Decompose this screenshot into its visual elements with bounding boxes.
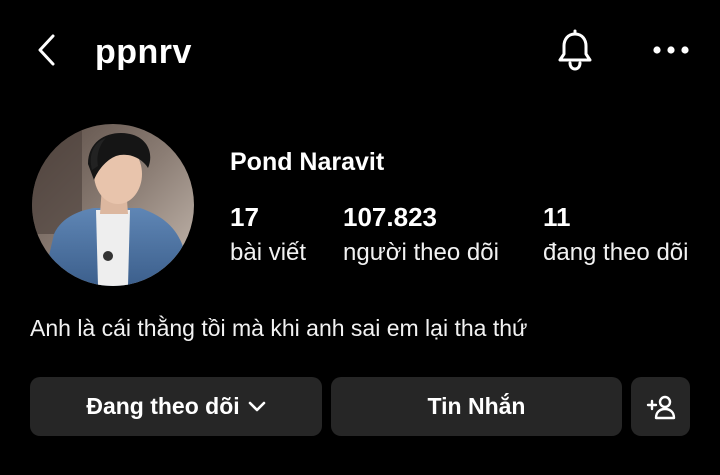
more-horizontal-icon — [653, 46, 689, 54]
stat-followers-label: người theo dõi — [343, 239, 499, 266]
stat-following[interactable]: 11 đang theo dõi — [543, 200, 688, 270]
chevron-left-icon — [38, 34, 55, 66]
message-button[interactable]: Tin Nhắn — [331, 377, 622, 436]
stat-followers[interactable]: 107.823 người theo dõi — [343, 200, 499, 270]
profile-bio: Anh là cái thằng tồi mà khi anh sai em l… — [30, 315, 528, 341]
stat-posts-count: 17 — [230, 202, 259, 232]
following-button[interactable]: Đang theo dõi — [30, 377, 322, 436]
back-button[interactable] — [28, 30, 64, 70]
message-button-label: Tin Nhắn — [427, 393, 526, 419]
stat-following-count: 11 — [543, 202, 571, 232]
add-person-icon — [646, 395, 675, 419]
suggest-accounts-button[interactable] — [631, 377, 690, 436]
page-title-username: ppnrv — [95, 33, 192, 71]
chevron-down-icon — [248, 401, 266, 413]
avatar-photo — [32, 124, 194, 286]
following-button-label: Đang theo dõi — [86, 393, 240, 419]
stat-posts[interactable]: 17 bài viết — [230, 200, 306, 270]
profile-avatar[interactable] — [32, 124, 194, 286]
bell-icon — [558, 29, 592, 71]
display-name: Pond Naravit — [230, 148, 385, 176]
top-bar: ppnrv — [0, 0, 720, 100]
stat-posts-label: bài viết — [230, 239, 307, 266]
more-options-button[interactable] — [648, 32, 694, 68]
notifications-button[interactable] — [552, 28, 598, 74]
stat-following-label: đang theo dõi — [543, 239, 689, 266]
stat-followers-count: 107.823 — [343, 202, 437, 232]
